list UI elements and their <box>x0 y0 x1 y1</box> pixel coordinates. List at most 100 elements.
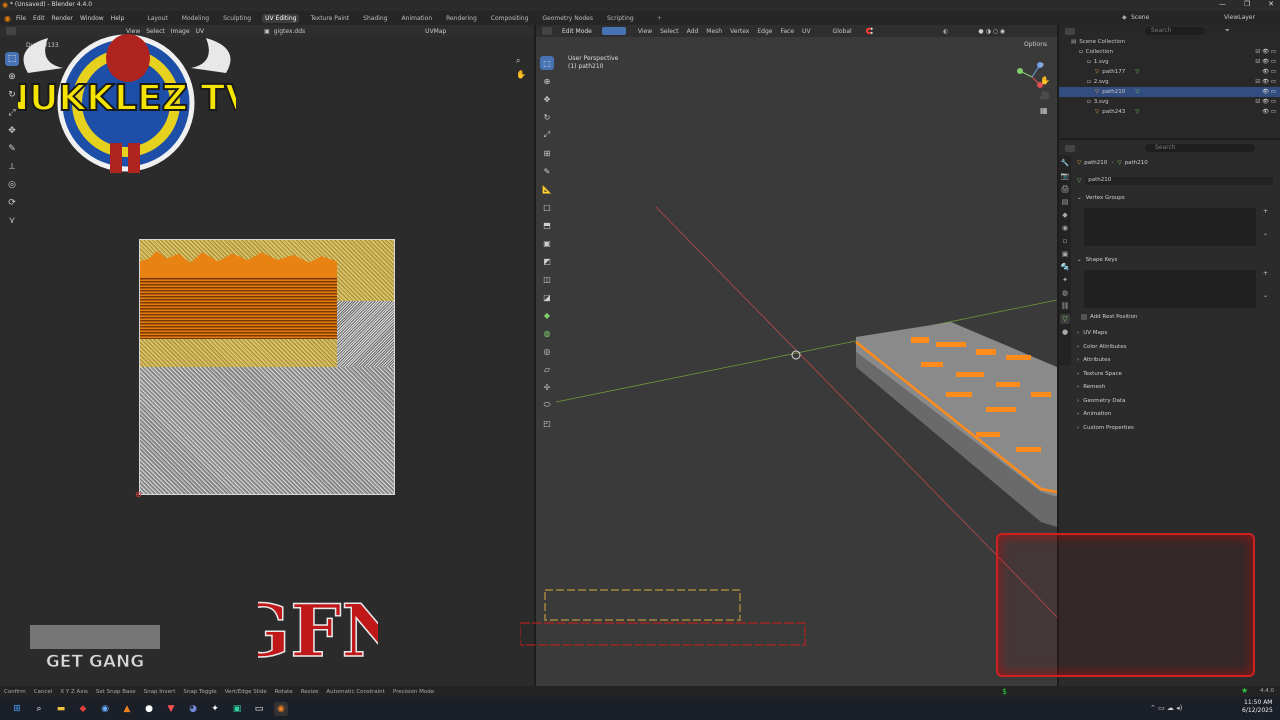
3d-cursor-icon[interactable] <box>791 350 801 360</box>
uv-texture-image[interactable] <box>139 239 395 495</box>
windows-start-icon[interactable]: ⊞ <box>10 702 24 716</box>
vp-annotate-tool-icon[interactable]: ✎ <box>540 164 554 178</box>
vp-pan-icon[interactable]: ✋ <box>1040 76 1054 85</box>
tab-texture-paint[interactable]: Texture Paint <box>307 14 352 23</box>
outliner-search-input[interactable]: Search <box>1145 27 1205 35</box>
panel-custom-properties[interactable]: › Custom Properties <box>1077 423 1273 433</box>
transform-tool-icon[interactable]: ✥ <box>5 124 19 138</box>
app-white-icon[interactable]: ✦ <box>208 702 222 716</box>
tool-tab-icon[interactable]: 🔧 <box>1060 158 1070 168</box>
tab-geometry-nodes[interactable]: Geometry Nodes <box>539 14 596 23</box>
mode-selector[interactable]: Edit Mode <box>562 28 592 35</box>
properties-editor-type-icon[interactable] <box>1065 144 1075 152</box>
viewport-editor-type-icon[interactable] <box>542 27 552 35</box>
tab-uv-editing[interactable]: UV Editing <box>262 13 300 23</box>
overlay-icon[interactable]: ◐ <box>943 28 948 35</box>
snap-icon[interactable]: 🧲 <box>866 28 873 35</box>
shape-keys-list[interactable] <box>1084 270 1256 308</box>
tab-shading[interactable]: Shading <box>360 14 390 23</box>
vp-bevel-tool-icon[interactable]: ◩ <box>540 254 554 268</box>
vp-spin-tool-icon[interactable]: ◍ <box>540 326 554 340</box>
panel-vertex-groups[interactable]: ⌄ Vertex Groups <box>1077 193 1273 203</box>
collection-tab-icon[interactable]: ▫ <box>1060 236 1070 246</box>
vp-cursor-tool-icon[interactable]: ⊕ <box>540 74 554 88</box>
transform-orientation-dropdown[interactable]: Global <box>833 28 852 35</box>
outliner-row-scene-collection[interactable]: ▤ Scene Collection <box>1059 37 1280 47</box>
outliner-row-2svg[interactable]: ▫ 2.svg ☑ 👁 ▭ <box>1059 77 1280 87</box>
vp-menu-select[interactable]: Select <box>660 28 679 35</box>
maximize-button[interactable]: ❐ <box>1244 0 1250 8</box>
vp-rip-tool-icon[interactable]: ◰ <box>540 416 554 430</box>
panel-uv-maps[interactable]: › UV Maps <box>1077 328 1273 338</box>
vp-loopcut-tool-icon[interactable]: ◫ <box>540 272 554 286</box>
outliner-row-path177[interactable]: ▽ path177 ▽ 👁 ▭ <box>1059 67 1280 77</box>
visibility-eye-icon[interactable]: 👁 ▭ <box>1262 109 1276 115</box>
annotate-tool-icon[interactable]: ✎ <box>5 142 19 156</box>
outliner-row-path210[interactable]: ▽ path210 ▽ 👁 ▭ <box>1059 87 1280 97</box>
material-tab-icon[interactable]: ● <box>1060 327 1070 337</box>
panel-animation[interactable]: › Animation <box>1077 409 1273 419</box>
physics-tab-icon[interactable]: ◍ <box>1060 288 1070 298</box>
zoom-icon[interactable]: ⌕ <box>516 56 528 66</box>
vp-move-tool-icon[interactable]: ✥ <box>540 92 554 106</box>
vp-rotate-tool-icon[interactable]: ↻ <box>540 110 554 124</box>
vp-menu-uv[interactable]: UV <box>802 28 811 35</box>
uv-map-selector[interactable]: UVMap <box>425 28 446 35</box>
editor-type-icon[interactable] <box>6 27 16 35</box>
select-box-tool-icon[interactable]: ⬚ <box>5 52 19 66</box>
discord-icon[interactable]: ◕ <box>186 702 200 716</box>
brave-icon[interactable]: ▼ <box>164 702 178 716</box>
vertex-groups-list[interactable] <box>1084 208 1256 246</box>
vp-measure-tool-icon[interactable]: 📐 <box>540 182 554 196</box>
output-tab-icon[interactable]: 🖨 <box>1060 184 1070 194</box>
vp-menu-mesh[interactable]: Mesh <box>706 28 722 35</box>
visibility-eye-icon[interactable]: 👁 ▭ <box>1262 69 1276 75</box>
vp-menu-edge[interactable]: Edge <box>757 28 772 35</box>
tab-compositing[interactable]: Compositing <box>488 14 532 23</box>
cursor-tool-icon[interactable]: ⊕ <box>5 70 19 84</box>
particles-tab-icon[interactable]: ✦ <box>1060 275 1070 285</box>
visibility-eye-icon[interactable]: ☑ 👁 ▭ <box>1255 49 1276 55</box>
system-tray-icons[interactable]: ⌃ ▭ ☁ ◂) <box>1150 704 1182 712</box>
panel-color-attributes[interactable]: › Color Attributes <box>1077 342 1273 352</box>
vp-menu-vertex[interactable]: Vertex <box>730 28 749 35</box>
steam-icon[interactable]: ◉ <box>98 702 112 716</box>
shape-key-menu-icon[interactable]: ⌄ <box>1263 292 1268 299</box>
rotate-tool-icon[interactable]: ↻ <box>5 88 19 102</box>
blender-menu-icon[interactable]: ◉ <box>4 14 11 23</box>
vp-add-cube-tool-icon[interactable]: ▢ <box>540 200 554 214</box>
properties-search-input[interactable]: Search <box>1145 144 1255 152</box>
data-name-field[interactable]: path210 <box>1085 177 1273 185</box>
vp-scale-tool-icon[interactable]: ⤢ <box>540 128 554 142</box>
view-layer-tab-icon[interactable]: ▤ <box>1060 197 1070 207</box>
vp-menu-face[interactable]: Face <box>780 28 794 35</box>
vp-shear-tool-icon[interactable]: ⬭ <box>540 398 554 412</box>
shading-modes[interactable]: ● ◑ ○ ◉ <box>978 28 1005 35</box>
vp-select-tool-icon[interactable]: ⬚ <box>540 56 554 70</box>
app-orange-icon[interactable]: ▲ <box>120 702 134 716</box>
vp-edge-slide-tool-icon[interactable]: ▱ <box>540 362 554 376</box>
vp-extrude-tool-icon[interactable]: ⬒ <box>540 218 554 232</box>
scene-tab-icon[interactable]: ◆ <box>1060 210 1070 220</box>
mesh-object-top[interactable] <box>856 322 1057 497</box>
modifier-tab-icon[interactable]: 🔩 <box>1060 262 1070 272</box>
2d-cursor-icon[interactable]: ⊕ <box>135 490 142 499</box>
object-tab-icon[interactable]: ▣ <box>1060 249 1070 259</box>
scene-name[interactable]: Scene <box>1131 14 1149 21</box>
vp-zoom-icon[interactable]: ⌕ <box>1040 60 1054 70</box>
search-icon[interactable]: ⌕ <box>32 702 46 716</box>
vp-shrink-tool-icon[interactable]: ✢ <box>540 380 554 394</box>
visibility-eye-icon[interactable]: ☑ 👁 ▭ <box>1255 59 1276 65</box>
vp-grid-icon[interactable]: ▦ <box>1040 106 1054 115</box>
rip-tool-icon[interactable]: ⟂ <box>5 160 19 174</box>
pinch-tool-icon[interactable]: ⋎ <box>5 214 19 228</box>
vp-menu-view[interactable]: View <box>638 28 652 35</box>
outliner-row-3svg[interactable]: ▫ 3.svg ☑ 👁 ▭ <box>1059 97 1280 107</box>
panel-texture-space[interactable]: › Texture Space <box>1077 369 1273 379</box>
file-explorer-icon[interactable]: ▬ <box>54 702 68 716</box>
visibility-eye-icon[interactable]: ☑ 👁 ▭ <box>1255 79 1276 85</box>
panel-shape-keys[interactable]: ⌄ Shape Keys <box>1077 255 1273 265</box>
pan-hand-icon[interactable]: ✋ <box>516 70 528 79</box>
vertex-group-menu-icon[interactable]: ⌄ <box>1263 230 1268 237</box>
app-teal-icon[interactable]: ▣ <box>230 702 244 716</box>
